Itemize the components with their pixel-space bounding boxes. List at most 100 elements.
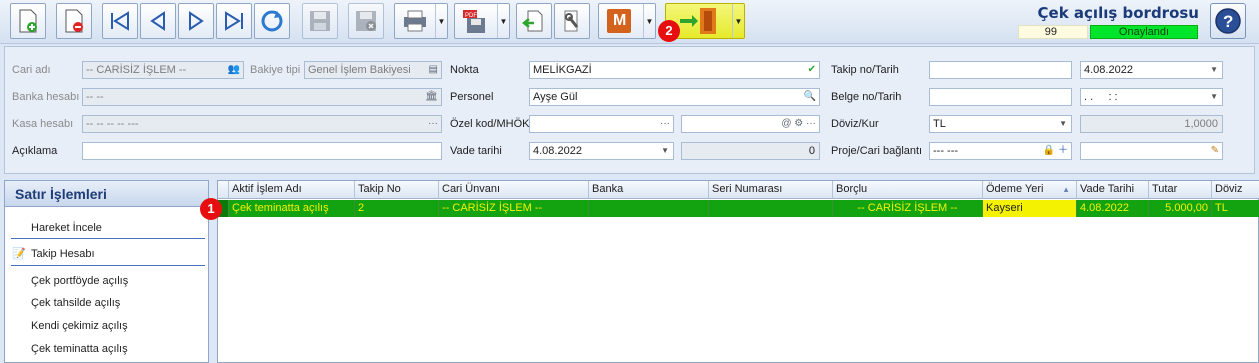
doviz-field[interactable]: TL ▼ xyxy=(929,115,1072,133)
help-button[interactable]: ? xyxy=(1210,3,1246,39)
chevron-down-icon[interactable]: ▼ xyxy=(732,4,744,38)
import-button[interactable] xyxy=(516,3,552,39)
chevron-down-icon[interactable]: ▼ xyxy=(1210,62,1218,78)
chevron-down-icon[interactable]: ▼ xyxy=(1210,89,1218,105)
proje-field[interactable]: --- --- 🔒 ＋ xyxy=(929,142,1072,160)
first-record-button[interactable] xyxy=(102,3,138,39)
eraser-icon[interactable]: ✎ xyxy=(1211,143,1219,159)
table-cell[interactable]: -- CARİSİZ İŞLEM -- xyxy=(833,200,983,217)
delete-document-button[interactable] xyxy=(56,3,92,39)
column-header[interactable]: Vade Tarihi xyxy=(1077,181,1149,199)
table-row[interactable]: Çek teminatta açılış 2 -- CARİSİZ İŞLEM … xyxy=(218,200,1259,217)
proje-label: Proje/Cari bağlantı xyxy=(831,145,923,157)
annotation-badge-2: 2 xyxy=(658,20,680,42)
side-item-kendi[interactable]: Kendi çekimiz açılış xyxy=(31,320,128,332)
table-cell-focused[interactable]: Kayseri xyxy=(983,200,1077,217)
lock-plus-icon[interactable]: 🔒 ＋ xyxy=(1043,143,1068,159)
next-record-button[interactable] xyxy=(178,3,214,39)
ozel-field[interactable]: ··· xyxy=(529,115,674,133)
table-cell[interactable]: -- CARİSİZ İŞLEM -- xyxy=(439,200,589,217)
column-header[interactable]: Aktif İşlem Adı xyxy=(229,181,355,199)
status-badge: Onaylandı xyxy=(1090,25,1198,39)
side-item-teminat[interactable]: Çek teminatta açılış xyxy=(31,343,128,355)
refresh-button[interactable] xyxy=(254,3,290,39)
side-separator xyxy=(11,238,205,239)
m-app-label: M xyxy=(613,12,627,29)
save-cancel-icon xyxy=(356,11,376,31)
personel-field[interactable]: Ayşe Gül 🔍 xyxy=(529,88,820,106)
chevron-down-icon[interactable]: ▼ xyxy=(497,4,509,38)
bakiye-label: Bakiye tipi xyxy=(250,64,301,76)
column-header[interactable]: Borçlu xyxy=(833,181,983,199)
ozel-field-2[interactable]: @ ⚙ ··· xyxy=(681,115,820,133)
belge-date-value: . . : : xyxy=(1084,91,1118,103)
kasa-field[interactable]: -- -- -- -- --- ··· xyxy=(82,115,442,133)
side-item-takip[interactable]: Takip Hesabı xyxy=(31,248,95,260)
column-header[interactable]: Takip No xyxy=(355,181,439,199)
m-app-button[interactable]: M ▼ xyxy=(598,3,656,39)
takip-field[interactable] xyxy=(929,61,1072,79)
list-icon[interactable]: ▤ xyxy=(429,62,438,78)
side-item-portfoy[interactable]: Çek portföyde açılış xyxy=(31,275,128,287)
help-icon: ? xyxy=(1215,8,1241,34)
banka-field[interactable]: -- -- 🏛 xyxy=(82,88,442,106)
bakiye-field[interactable]: Genel İşlem Bakiyesi ▤ xyxy=(304,61,442,79)
table-cell[interactable]: 2 xyxy=(355,200,439,217)
tools-button[interactable] xyxy=(554,3,590,39)
last-icon xyxy=(225,11,243,31)
column-header[interactable]: Seri Numarası xyxy=(709,181,833,199)
table-cell[interactable]: 4.08.2022 xyxy=(1077,200,1149,217)
takip-date-field[interactable]: 4.08.2022 ▼ xyxy=(1080,61,1223,79)
table-cell[interactable] xyxy=(589,200,709,217)
save-cancel-button[interactable] xyxy=(348,3,384,39)
at-icon[interactable]: @ ⚙ ··· xyxy=(781,116,816,132)
check-icon[interactable]: ✔ xyxy=(808,62,816,78)
row-indicator-header xyxy=(218,181,229,199)
chevron-down-icon[interactable]: ▼ xyxy=(435,4,447,38)
next-icon xyxy=(189,11,204,31)
previous-record-button[interactable] xyxy=(140,3,176,39)
proje-value: --- --- xyxy=(933,145,959,157)
refresh-icon xyxy=(261,10,283,32)
bank-icon[interactable]: 🏛 xyxy=(425,89,438,105)
column-header[interactable]: Döviz xyxy=(1212,181,1259,199)
print-button[interactable]: ▼ xyxy=(394,3,448,39)
wrench-icon xyxy=(564,10,579,32)
takip-date-value: 4.08.2022 xyxy=(1084,64,1133,76)
proje-extra-field[interactable]: ✎ xyxy=(1080,142,1223,160)
table-cell[interactable]: Çek teminatta açılış xyxy=(229,200,355,217)
belge-field[interactable] xyxy=(929,88,1072,106)
document-icon: 📝 xyxy=(12,248,26,260)
save-button[interactable] xyxy=(302,3,338,39)
banka-label: Banka hesabı xyxy=(12,91,80,103)
cari-value: -- CARİSİZ İŞLEM -- xyxy=(86,64,187,76)
aciklama-field[interactable] xyxy=(82,142,442,160)
table-cell[interactable]: TL xyxy=(1212,200,1259,217)
belge-date-field[interactable]: . . : : ▼ xyxy=(1080,88,1223,106)
vade-label: Vade tarihi xyxy=(450,145,502,157)
side-item-hareket[interactable]: Hareket İncele xyxy=(31,222,102,234)
last-record-button[interactable] xyxy=(216,3,252,39)
column-header[interactable]: Cari Ünvanı xyxy=(439,181,589,199)
nokta-field[interactable]: MELİKGAZİ ✔ xyxy=(529,61,820,79)
ellipsis-icon[interactable]: ··· xyxy=(428,116,438,132)
people-icon[interactable]: 👥 xyxy=(228,62,240,78)
person-search-icon[interactable]: 🔍 xyxy=(804,89,816,105)
cari-field[interactable]: -- CARİSİZ İŞLEM -- 👥 xyxy=(82,61,244,79)
column-header[interactable]: Tutar xyxy=(1149,181,1212,199)
side-item-tahsil[interactable]: Çek tahsilde açılış xyxy=(31,297,120,309)
chevron-down-icon[interactable]: ▼ xyxy=(643,4,655,38)
svg-text:?: ? xyxy=(1223,12,1233,31)
table-cell[interactable] xyxy=(709,200,833,217)
new-document-button[interactable] xyxy=(10,3,46,39)
table-cell[interactable]: 5.000,00 xyxy=(1149,200,1212,217)
ellipsis-icon[interactable]: ··· xyxy=(660,116,670,132)
first-icon xyxy=(111,11,129,31)
chevron-down-icon[interactable]: ▼ xyxy=(661,143,669,159)
pdf-export-button[interactable]: PDF ▼ xyxy=(454,3,510,39)
column-header[interactable]: Banka xyxy=(589,181,709,199)
column-header[interactable]: Ödeme Yeri ▲ xyxy=(983,181,1077,199)
vade-field[interactable]: 4.08.2022 ▼ xyxy=(529,142,674,160)
nokta-label: Nokta xyxy=(450,64,479,76)
chevron-down-icon[interactable]: ▼ xyxy=(1059,116,1067,132)
